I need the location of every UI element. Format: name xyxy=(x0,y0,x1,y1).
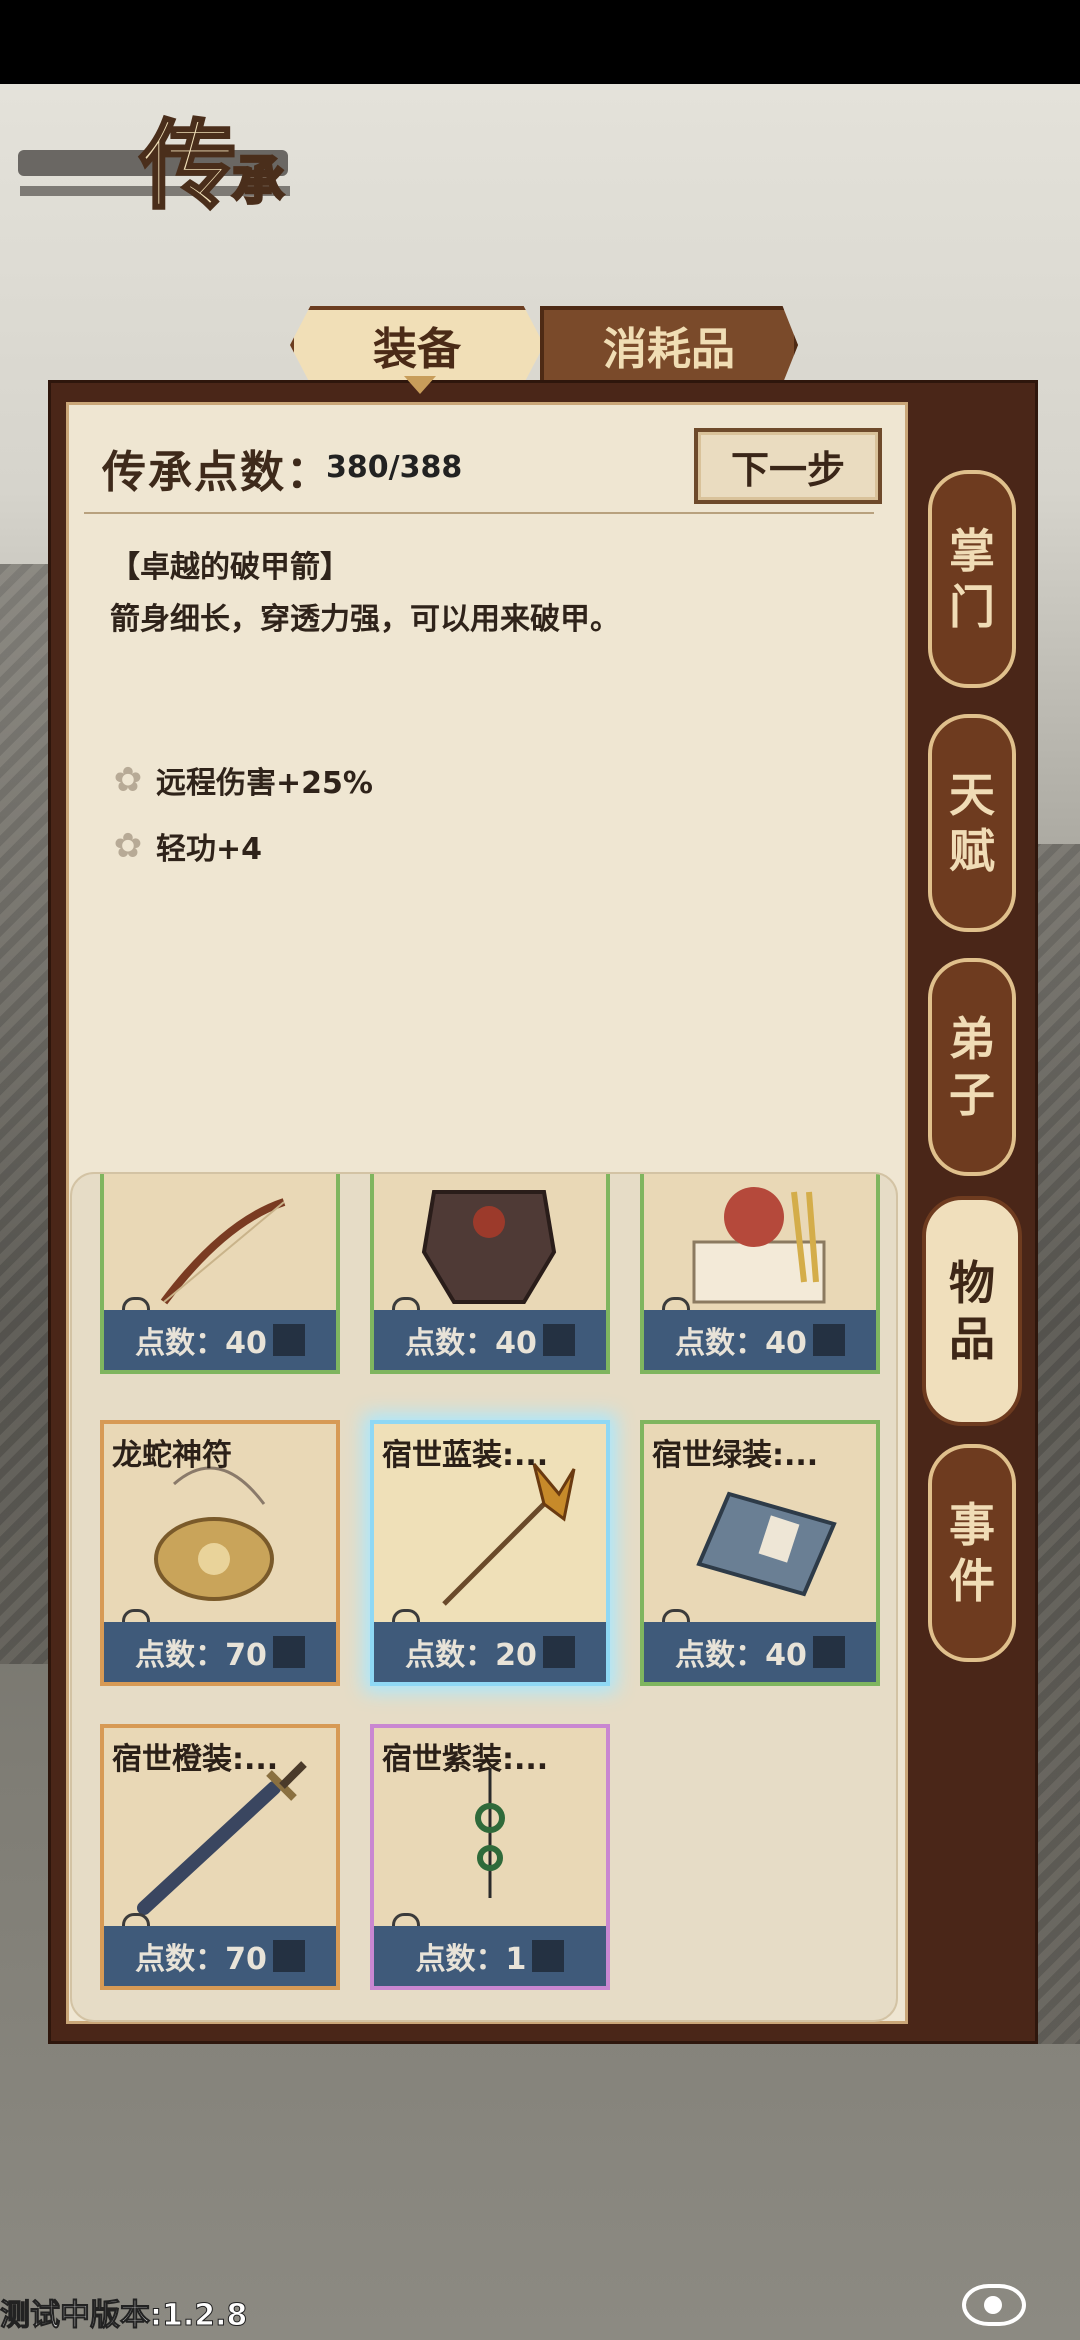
side-tab-talent[interactable]: 天赋 xyxy=(928,714,1016,932)
side-tab-master[interactable]: 掌门 xyxy=(928,470,1016,688)
cost-bar: 点数：40 xyxy=(104,1310,336,1370)
item-card[interactable]: 龙蛇神符 点数：70 xyxy=(100,1420,340,1686)
item-card[interactable]: 宿世绿装:... 点数：40 xyxy=(640,1420,880,1686)
stat-row: ✿ 轻功+4 xyxy=(113,826,263,867)
seal-icon xyxy=(692,1187,826,1304)
tab-consumables[interactable]: 消耗品 xyxy=(540,306,798,384)
card-name: 宿世蓝装:... xyxy=(382,1438,549,1473)
flower-icon: ✿ xyxy=(113,826,143,866)
cost-bar: 点数：40 xyxy=(644,1622,876,1682)
points-value: 380/388 xyxy=(326,450,463,485)
cost-bar: 点数：70 xyxy=(104,1622,336,1682)
divider xyxy=(84,512,874,514)
cost-bar: 点数：40 xyxy=(644,1310,876,1370)
card-name: 宿世绿装:... xyxy=(652,1438,819,1473)
cost-bar: 点数：70 xyxy=(104,1926,336,1986)
bow-icon xyxy=(160,1198,286,1305)
item-card[interactable]: 点数：40 xyxy=(370,1174,610,1374)
item-card[interactable]: 点数：40 xyxy=(640,1174,880,1374)
flower-icon: ✿ xyxy=(113,760,143,800)
card-name: 龙蛇神符 xyxy=(112,1438,232,1473)
item-card-selected[interactable]: 宿世蓝装:... 点数：20 xyxy=(370,1420,610,1686)
cost-bar: 点数：40 xyxy=(374,1310,606,1370)
side-tab-disciples[interactable]: 弟子 xyxy=(928,958,1016,1176)
stat-row: ✿ 远程伤害+25% xyxy=(113,760,373,801)
eye-icon[interactable] xyxy=(962,2284,1026,2326)
page-title: 传承 xyxy=(139,108,286,224)
item-grid: 点数：40 点数：40 点数：40 龙蛇神符 点数：70 宿世蓝装:... 点数… xyxy=(70,1172,898,2022)
next-step-button[interactable]: 下一步 xyxy=(694,428,882,504)
item-card[interactable]: 宿世紫装:... 点数：1 xyxy=(370,1724,610,1990)
points-label: 传承点数： xyxy=(102,447,332,498)
item-card[interactable]: 点数：40 xyxy=(100,1174,340,1374)
tab-indicator xyxy=(404,376,436,394)
item-card[interactable]: 宿世橙装:... 点数：70 xyxy=(100,1724,340,1990)
cost-bar: 点数：1 xyxy=(374,1926,606,1986)
version-label: 测试中版本:1.2.8 xyxy=(0,2298,248,2334)
armor-icon xyxy=(421,1190,557,1304)
item-name: 【卓越的破甲箭】 xyxy=(110,550,350,585)
tab-equipment[interactable]: 装备 xyxy=(290,306,544,384)
cost-bar: 点数：20 xyxy=(374,1622,606,1682)
side-tab-events[interactable]: 事件 xyxy=(928,1444,1016,1662)
side-tab-items[interactable]: 物品 xyxy=(922,1196,1022,1426)
item-description: 箭身细长，穿透力强，可以用来破甲。 xyxy=(110,602,620,637)
card-name: 宿世橙装:... xyxy=(112,1742,279,1777)
card-name: 宿世紫装:... xyxy=(382,1742,549,1777)
